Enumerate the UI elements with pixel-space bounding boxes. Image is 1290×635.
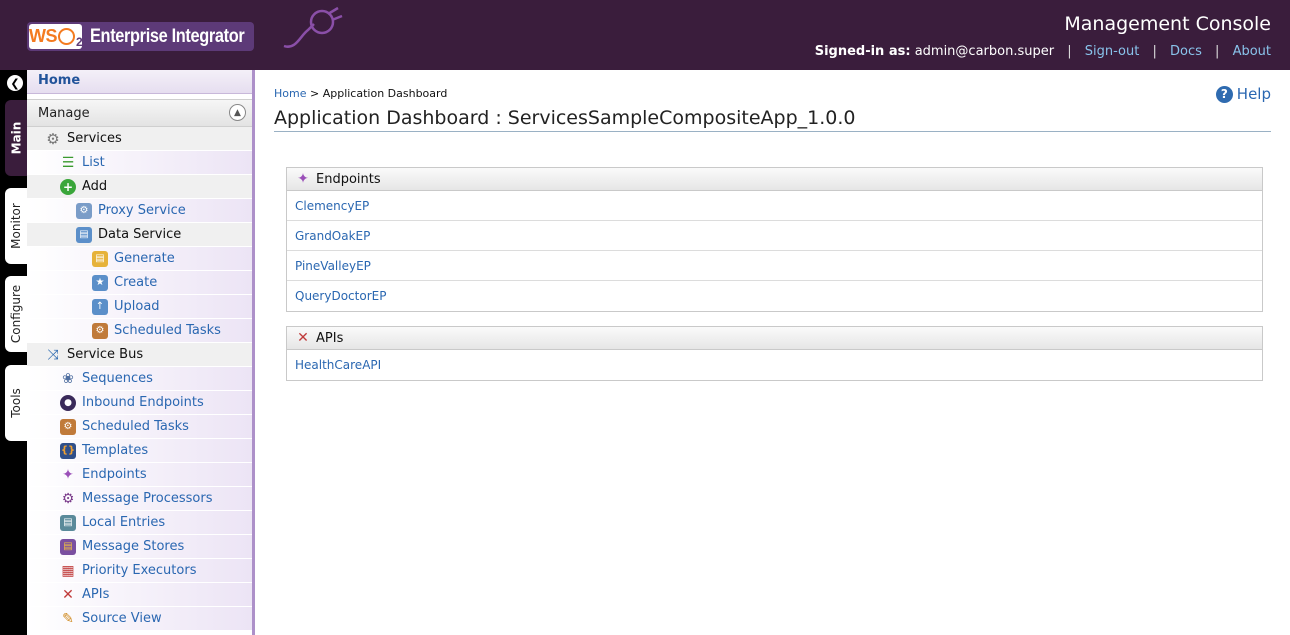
docs-link[interactable]: Docs bbox=[1170, 44, 1202, 59]
help-icon: ? bbox=[1215, 85, 1233, 103]
menu-home-link[interactable]: Home bbox=[27, 70, 252, 94]
menu-create[interactable]: ★ Create bbox=[27, 271, 252, 295]
menu-list[interactable]: ☰ List bbox=[27, 151, 252, 175]
endpoint-link[interactable]: ClemencyEP bbox=[287, 191, 1262, 221]
menu-service-bus[interactable]: ⤨ Service Bus bbox=[27, 343, 252, 367]
message-processors-icon: ⚙ bbox=[61, 490, 75, 507]
inbound-endpoints-icon: ● bbox=[60, 394, 76, 411]
endpoint-link[interactable]: PineValleyEP bbox=[287, 251, 1262, 281]
database-icon: ▤ bbox=[76, 226, 92, 243]
console-title: Management Console bbox=[1064, 13, 1271, 35]
help-link[interactable]: ? Help bbox=[1215, 85, 1271, 103]
priority-executors-icon: ▦ bbox=[61, 562, 75, 579]
list-icon: ☰ bbox=[61, 154, 75, 171]
main-content: Home > Application Dashboard ? Help Appl… bbox=[255, 70, 1290, 635]
menu-proxy-service[interactable]: ⚙ Proxy Service bbox=[27, 199, 252, 223]
collapse-up-icon[interactable]: ▲ bbox=[229, 104, 246, 121]
endpoints-icon: ✦ bbox=[297, 171, 309, 187]
create-icon: ★ bbox=[92, 274, 108, 291]
scheduled-tasks-icon: ⚙ bbox=[92, 322, 108, 339]
left-menu: Home Manage ▲ ⚙ Services ☰ List + Add ⚙ … bbox=[27, 70, 255, 635]
templates-icon: {} bbox=[60, 442, 76, 459]
wso2-logo[interactable]: WS 2 Enterprise Integrator bbox=[27, 22, 254, 51]
breadcrumb: Home > Application Dashboard bbox=[274, 87, 448, 100]
endpoints-panel: ✦ Endpoints ClemencyEP GrandOakEP PineVa… bbox=[286, 167, 1263, 312]
scheduled-tasks-icon: ⚙ bbox=[60, 418, 76, 435]
signed-in-user: admin@carbon.super bbox=[914, 44, 1055, 59]
menu-source-view[interactable]: ✎ Source View bbox=[27, 607, 252, 631]
breadcrumb-current: Application Dashboard bbox=[322, 87, 448, 100]
apis-icon: ✕ bbox=[297, 330, 309, 346]
menu-templates[interactable]: {} Templates bbox=[27, 439, 252, 463]
apis-panel-header: ✕ APIs bbox=[287, 327, 1262, 350]
menu-manage-header[interactable]: Manage ▲ bbox=[27, 99, 252, 127]
product-name: Enterprise Integrator bbox=[90, 25, 245, 47]
menu-generate[interactable]: ▤ Generate bbox=[27, 247, 252, 271]
endpoint-link[interactable]: GrandOakEP bbox=[287, 221, 1262, 251]
api-link[interactable]: HealthCareAPI bbox=[287, 350, 1262, 380]
endpoint-link[interactable]: QueryDoctorEP bbox=[287, 281, 1262, 311]
apis-panel: ✕ APIs HealthCareAPI bbox=[286, 326, 1263, 381]
apis-icon: ✕ bbox=[62, 586, 74, 603]
endpoints-panel-header: ✦ Endpoints bbox=[287, 168, 1262, 191]
tab-main[interactable]: Main bbox=[5, 100, 27, 176]
menu-ds-scheduled-tasks[interactable]: ⚙ Scheduled Tasks bbox=[27, 319, 252, 343]
upload-icon: ↑ bbox=[92, 298, 108, 315]
wso2-logo-mark: WS 2 bbox=[29, 24, 83, 49]
local-entries-icon: ▤ bbox=[60, 514, 76, 531]
sequences-icon: ❀ bbox=[62, 370, 74, 387]
user-bar: Signed-in as: admin@carbon.super | Sign-… bbox=[814, 44, 1271, 59]
source-view-icon: ✎ bbox=[62, 610, 74, 627]
menu-message-processors[interactable]: ⚙ Message Processors bbox=[27, 487, 252, 511]
proxy-service-icon: ⚙ bbox=[76, 202, 92, 219]
tab-tools[interactable]: Tools bbox=[5, 365, 27, 441]
menu-services[interactable]: ⚙ Services bbox=[27, 127, 252, 151]
page-title: Application Dashboard : ServicesSampleCo… bbox=[274, 107, 856, 129]
collapse-menu-icon[interactable]: ❮ bbox=[7, 75, 23, 91]
menu-upload[interactable]: ↑ Upload bbox=[27, 295, 252, 319]
sign-out-link[interactable]: Sign-out bbox=[1085, 44, 1140, 59]
tab-configure[interactable]: Configure bbox=[5, 276, 27, 352]
add-icon: + bbox=[60, 178, 76, 195]
message-stores-icon: ▤ bbox=[60, 538, 76, 555]
menu-endpoints[interactable]: ✦ Endpoints bbox=[27, 463, 252, 487]
menu-data-service[interactable]: ▤ Data Service bbox=[27, 223, 252, 247]
signed-in-label: Signed-in as: bbox=[814, 44, 911, 59]
title-divider bbox=[274, 131, 1271, 132]
menu-sequences[interactable]: ❀ Sequences bbox=[27, 367, 252, 391]
menu-local-entries[interactable]: ▤ Local Entries bbox=[27, 511, 252, 535]
plug-icon bbox=[283, 6, 343, 48]
menu-apis[interactable]: ✕ APIs bbox=[27, 583, 252, 607]
menu-priority-executors[interactable]: ▦ Priority Executors bbox=[27, 559, 252, 583]
tab-monitor[interactable]: Monitor bbox=[5, 188, 27, 264]
header-bar: WS 2 Enterprise Integrator Management Con… bbox=[0, 0, 1290, 70]
gear-icon: ⚙ bbox=[46, 129, 60, 148]
service-bus-icon: ⤨ bbox=[47, 346, 59, 363]
menu-add[interactable]: + Add bbox=[27, 175, 252, 199]
about-link[interactable]: About bbox=[1233, 44, 1271, 59]
menu-inbound-endpoints[interactable]: ● Inbound Endpoints bbox=[27, 391, 252, 415]
menu-message-stores[interactable]: ▤ Message Stores bbox=[27, 535, 252, 559]
breadcrumb-home-link[interactable]: Home bbox=[274, 87, 306, 100]
vertical-tab-strip: ❮ Main Monitor Configure Tools bbox=[0, 70, 27, 635]
endpoints-icon: ✦ bbox=[62, 466, 74, 483]
generate-icon: ▤ bbox=[92, 250, 108, 267]
menu-scheduled-tasks[interactable]: ⚙ Scheduled Tasks bbox=[27, 415, 252, 439]
